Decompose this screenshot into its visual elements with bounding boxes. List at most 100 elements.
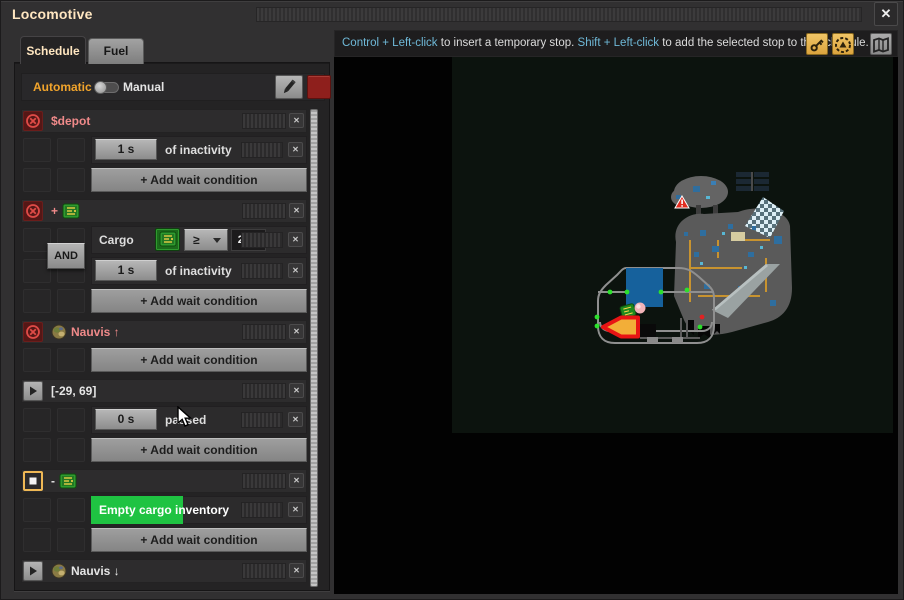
add-wait-condition-button[interactable]: + Add wait condition [91,348,307,372]
schedule-station-row: -✕ [21,469,307,493]
schedule-scrollbar[interactable] [310,109,318,587]
wait-condition: 1 s of inactivity ✕ [91,136,307,164]
delete-station-button[interactable]: ✕ [289,473,304,488]
add-wait-condition-button[interactable]: + Add wait condition [91,528,307,552]
condition-slot [23,289,51,313]
beige-building [731,232,745,241]
condition-slot [57,138,85,162]
tab-fuel[interactable]: Fuel [88,38,144,64]
wait-condition: Cargo≥2.0k✕ [91,226,307,254]
condition-slot [57,498,85,522]
train-color-button[interactable] [307,75,331,99]
and-or-toggle-button[interactable]: AND [47,243,85,269]
switch-knob [94,81,107,94]
play-icon [26,384,40,398]
time-value-button[interactable]: 1 s [95,260,157,281]
no-path-icon [25,324,41,340]
play-button[interactable] [23,561,43,581]
delete-station-button[interactable]: ✕ [289,203,304,218]
wait-condition-row: 1 s of inactivity ✕ [21,136,307,164]
chevron-down-icon [213,238,221,243]
add-wait-condition-button[interactable]: + Add wait condition [91,289,307,313]
no-path-button[interactable] [23,322,43,342]
drag-handle[interactable] [242,473,286,489]
drag-handle[interactable] [241,232,283,248]
condition-slot [23,438,51,462]
condition-slot [23,498,51,522]
water-block [626,268,663,307]
wait-condition: 1 sof inactivity✕ [91,257,307,285]
no-path-button[interactable] [23,201,43,221]
add-wait-condition-button[interactable]: + Add wait condition [91,168,307,192]
drag-handle[interactable] [241,502,283,518]
comparator-value: ≥ [193,230,200,250]
delete-station-button[interactable]: ✕ [289,563,304,578]
titlebar-drag-handle[interactable] [256,7,862,22]
schedule-station-row: [-29, 69]✕ [21,379,307,403]
drag-handle[interactable] [242,383,286,399]
delete-condition-button[interactable]: ✕ [288,502,303,517]
no-path-button[interactable] [23,111,43,131]
delete-station-button[interactable]: ✕ [289,113,304,128]
drag-handle[interactable] [242,113,286,129]
train-minimap[interactable] [334,57,898,594]
rename-train-button[interactable] [275,75,303,99]
station-name: Nauvis ↓ [51,559,120,583]
electronic-circuit-icon [62,203,80,219]
schedule-station-row: +✕ [21,199,307,223]
time-value-button[interactable]: 1 s [95,139,157,160]
train-stop-marker [647,337,658,343]
add-wait-condition-row: + Add wait condition [21,347,307,373]
current-stop-icon [26,474,40,488]
condition-slot [57,348,85,372]
play-icon [26,564,40,578]
schedule-panel: Automatic Manual $depot✕1 sof inactivity… [14,62,330,591]
mode-row: Automatic Manual [21,73,325,101]
play-button[interactable] [23,381,43,401]
comparator-dropdown[interactable]: ≥ [184,229,228,251]
delete-condition-button[interactable]: ✕ [288,232,303,247]
map-hint-bar: Control + Left-click to insert a tempora… [334,30,898,57]
drag-handle[interactable] [242,203,286,219]
wait-condition-row: 0 spassed✕ [21,406,307,434]
add-wait-condition-button[interactable]: + Add wait condition [91,438,307,462]
condition-label: of inactivity [165,136,232,164]
drag-handle[interactable] [241,412,283,428]
wait-condition-row: Empty cargo inventory✕ [21,496,307,524]
condition-slot [23,408,51,432]
map-hint-text: Control + Left-click to insert a tempora… [342,30,869,57]
locate-train-button[interactable] [832,33,854,55]
schedule-list: $depot✕1 sof inactivity✕+ Add wait condi… [21,109,307,583]
wait-condition-row: Cargo≥2.0k✕AND [21,226,307,254]
key-button[interactable] [806,33,828,55]
time-value-button[interactable]: 0 s [95,409,157,430]
map-view-button[interactable] [870,33,892,55]
tab-schedule[interactable]: Schedule [20,36,86,64]
train-stop-marker [672,337,683,343]
planet-nauvis-icon [51,563,67,579]
automatic-manual-switch[interactable] [95,82,119,93]
wait-condition: Empty cargo inventory✕ [91,496,307,524]
hint-keybind: Shift + Left-click [578,37,660,49]
schedule-station-row: Nauvis ↑✕ [21,320,307,344]
drag-handle[interactable] [242,324,286,340]
delete-station-button[interactable]: ✕ [289,383,304,398]
condition-slot [57,528,85,552]
item-select-button[interactable] [155,228,180,251]
condition-slot [57,438,85,462]
drag-handle[interactable] [242,563,286,579]
locate-train-icon [833,35,853,55]
delete-condition-button[interactable]: ✕ [288,412,303,427]
delete-station-button[interactable]: ✕ [289,324,304,339]
no-path-icon [25,113,41,129]
close-button[interactable]: ✕ [874,2,898,26]
drag-handle[interactable] [241,142,283,158]
delete-condition-button[interactable]: ✕ [288,263,303,278]
wait-condition: 0 spassed✕ [91,406,307,434]
delete-condition-button[interactable]: ✕ [288,142,303,157]
hint-text-part: to insert a temporary stop. [438,37,578,49]
drag-handle[interactable] [241,263,283,279]
map-pane: Control + Left-click to insert a tempora… [334,30,898,594]
current-stop-button[interactable] [23,471,43,491]
electronic-circuit-icon [159,231,177,247]
